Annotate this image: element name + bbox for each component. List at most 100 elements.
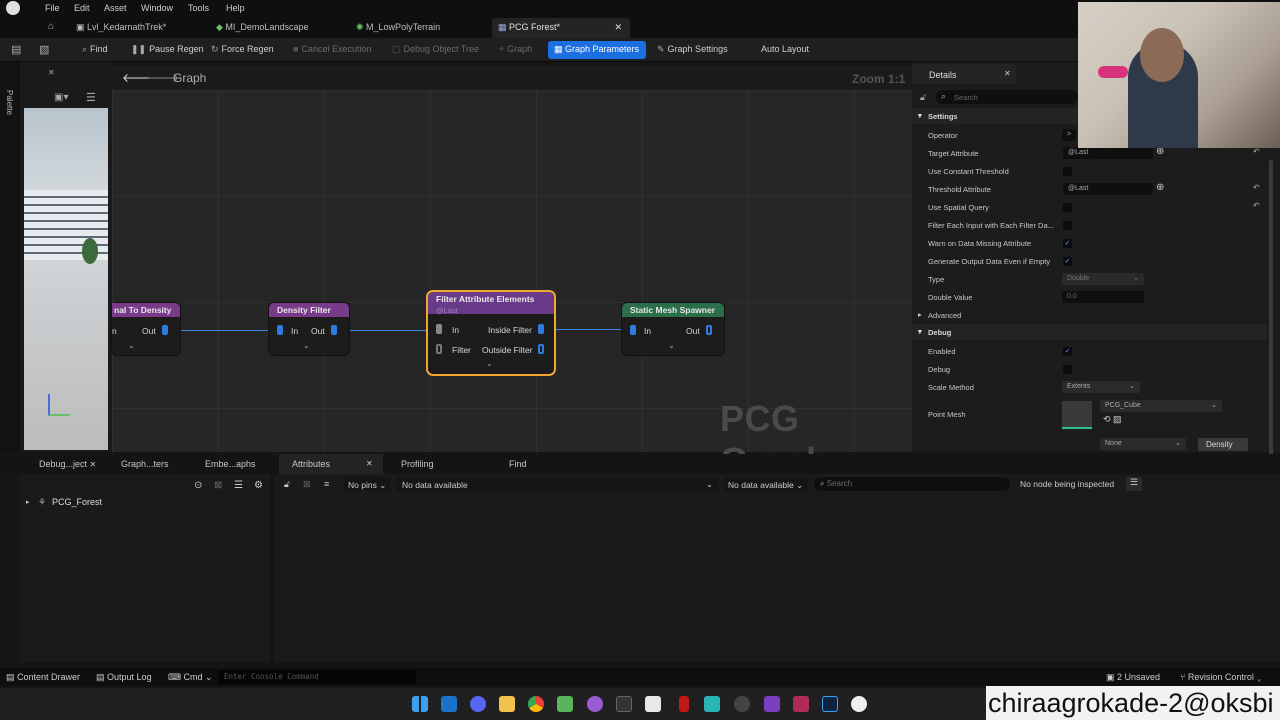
visual-studio-icon[interactable]	[764, 696, 780, 712]
close-icon[interactable]: ✕	[48, 68, 55, 77]
pin-outside-filter-icon[interactable]	[538, 344, 544, 354]
graph-canvas[interactable]: PCG Graph nal To Density n Out ⌄ Density…	[112, 90, 912, 481]
app-icon[interactable]	[704, 696, 720, 712]
chevron-down-icon[interactable]: ⌄	[128, 341, 135, 350]
unreal-engine-icon[interactable]	[851, 696, 867, 712]
unsaved-button[interactable]: ▣ 2 Unsaved	[1106, 672, 1160, 683]
data-dropdown-1[interactable]: No data available ⌄	[396, 477, 718, 491]
menu-icon[interactable]: ☰	[1126, 477, 1142, 491]
debug-checkbox[interactable]	[1063, 365, 1072, 374]
details-tab[interactable]: Details ✕	[912, 64, 1016, 84]
tab-attributes[interactable]: Attributes ✕	[279, 454, 383, 474]
filter-each-input-checkbox[interactable]	[1063, 221, 1072, 230]
photoshop-icon[interactable]	[822, 696, 838, 712]
clear-icon[interactable]: ⊠	[214, 480, 222, 491]
menu-file[interactable]: File	[45, 3, 60, 13]
close-icon[interactable]: ✕	[614, 22, 622, 33]
close-icon[interactable]: ✕	[366, 459, 373, 468]
list-icon[interactable]: ☰	[234, 480, 243, 491]
threshold-attribute-field[interactable]: @Last	[1063, 183, 1153, 195]
section-debug[interactable]: ▾ Debug	[912, 324, 1267, 340]
target-attribute-field[interactable]: @Last	[1063, 147, 1153, 159]
close-icon[interactable]: ✕	[90, 460, 97, 469]
reset-icon[interactable]: ↶	[1253, 147, 1260, 156]
notepad-icon[interactable]	[557, 696, 573, 712]
tree-item-pcg-forest[interactable]: PCG_Forest	[52, 497, 102, 507]
focus-icon[interactable]: ⊙	[194, 480, 202, 491]
palette-tab[interactable]: Palette	[5, 90, 14, 130]
viewport-preview[interactable]	[24, 108, 108, 450]
details-search-input[interactable]: ⌕ Search	[936, 90, 1078, 104]
use-spatial-query-checkbox[interactable]	[1063, 203, 1072, 212]
use-constant-threshold-checkbox[interactable]	[1063, 167, 1072, 176]
pin-in-icon[interactable]	[630, 325, 636, 335]
data-dropdown-2[interactable]: No data available ⌄	[724, 477, 808, 491]
reset-icon[interactable]: ↶	[1253, 183, 1260, 192]
app-icon[interactable]	[793, 696, 809, 712]
debug-object-tree-button[interactable]: ▢ Debug Object Tree	[392, 44, 479, 55]
graph-button[interactable]: ⌖ Graph	[499, 44, 532, 55]
outlook-icon[interactable]	[441, 696, 457, 712]
density-button[interactable]: Density	[1198, 438, 1248, 451]
operator-dropdown[interactable]: >	[1062, 129, 1076, 141]
point-mesh-dropdown[interactable]: PCG_Cube ⌄	[1100, 400, 1222, 412]
pin-out-icon[interactable]	[162, 325, 168, 335]
lock-icon[interactable]: 🔓︎	[284, 479, 290, 490]
none-dropdown[interactable]: None ⌄	[1100, 438, 1186, 450]
tab-material-instance[interactable]: ◆ MI_DemoLandscape	[210, 18, 316, 38]
tab-embedded-graphs[interactable]: Embe...aphs	[205, 459, 256, 469]
graph-parameters-button[interactable]: ▦ Graph Parameters	[548, 41, 646, 59]
menu-window[interactable]: Window	[141, 3, 173, 13]
node-filter-attribute-elements[interactable]: Filter Attribute Elements @Last In Insid…	[428, 292, 554, 374]
tab-level[interactable]: ▣ Lvl_KedarnathTrek*	[70, 18, 174, 38]
cmd-dropdown[interactable]: ⌨ Cmd ⌄	[168, 672, 213, 683]
clear-icon[interactable]: ⊠	[303, 479, 311, 490]
app-icon[interactable]	[679, 696, 689, 712]
scale-method-dropdown[interactable]: Extents ⌄	[1062, 381, 1140, 393]
warn-missing-attribute-checkbox[interactable]: ✓	[1063, 239, 1072, 248]
pin-out-icon[interactable]	[706, 325, 712, 335]
tab-pcg-forest[interactable]: ▦ PCG Forest* ✕	[492, 18, 630, 38]
folder-icon[interactable]	[499, 696, 515, 712]
auto-layout-button[interactable]: Auto Layout	[761, 44, 809, 54]
find-button[interactable]: ⌕ Find	[82, 44, 108, 55]
pin-in-icon[interactable]	[436, 324, 442, 334]
save-icon[interactable]: ▤	[11, 43, 21, 56]
add-icon[interactable]: ⊕	[1156, 182, 1164, 193]
type-dropdown[interactable]: Double ⌄	[1062, 273, 1144, 285]
menu-tools[interactable]: Tools	[188, 3, 209, 13]
node-density-filter[interactable]: Density Filter In Out ⌄	[269, 303, 349, 355]
content-drawer-button[interactable]: ▤ Content Drawer	[6, 672, 80, 683]
terminal-icon[interactable]	[616, 696, 632, 712]
app-icon[interactable]	[645, 696, 661, 712]
menu-help[interactable]: Help	[226, 3, 245, 13]
menu-edit[interactable]: Edit	[74, 3, 90, 13]
console-input[interactable]: Enter Console Command	[218, 670, 416, 684]
tab-debug-object[interactable]: Debug...ject ✕	[39, 459, 96, 469]
chevron-down-icon[interactable]: ⌄	[486, 359, 493, 368]
cancel-execution-button[interactable]: ■ Cancel Execution	[293, 44, 371, 54]
pins-dropdown[interactable]: No pins ⌄	[344, 477, 390, 491]
pin-filter-icon[interactable]	[436, 344, 442, 354]
enabled-checkbox[interactable]: ✓	[1063, 347, 1072, 356]
tab-find[interactable]: Find	[509, 459, 527, 469]
tab-material[interactable]: ✺ M_LowPolyTerrain	[350, 18, 448, 38]
app-icon[interactable]	[587, 696, 603, 712]
unreal-logo-icon[interactable]	[6, 1, 20, 15]
reset-icon[interactable]: ↶	[1253, 201, 1260, 210]
chrome-icon[interactable]	[528, 696, 544, 712]
details-scrollbar[interactable]	[1269, 160, 1273, 478]
output-log-button[interactable]: ▤ Output Log	[96, 672, 152, 683]
discord-icon[interactable]	[470, 696, 486, 712]
tab-graph-parameters[interactable]: Graph...ters	[121, 459, 169, 469]
node-static-mesh-spawner[interactable]: Static Mesh Spawner In Out ⌄	[622, 303, 724, 355]
node-normal-to-density[interactable]: nal To Density n Out ⌄	[112, 303, 180, 355]
revision-control-button[interactable]: ⑂ Revision Control ⌄	[1180, 672, 1262, 682]
chevron-down-icon[interactable]: ⌄	[303, 341, 310, 350]
pin-out-icon[interactable]	[331, 325, 337, 335]
pin-in-icon[interactable]	[277, 325, 283, 335]
app-icon[interactable]	[734, 696, 750, 712]
chevron-down-icon[interactable]: ⌄	[668, 341, 675, 350]
close-icon[interactable]: ✕	[1004, 69, 1011, 78]
windows-start-icon[interactable]	[412, 696, 428, 712]
